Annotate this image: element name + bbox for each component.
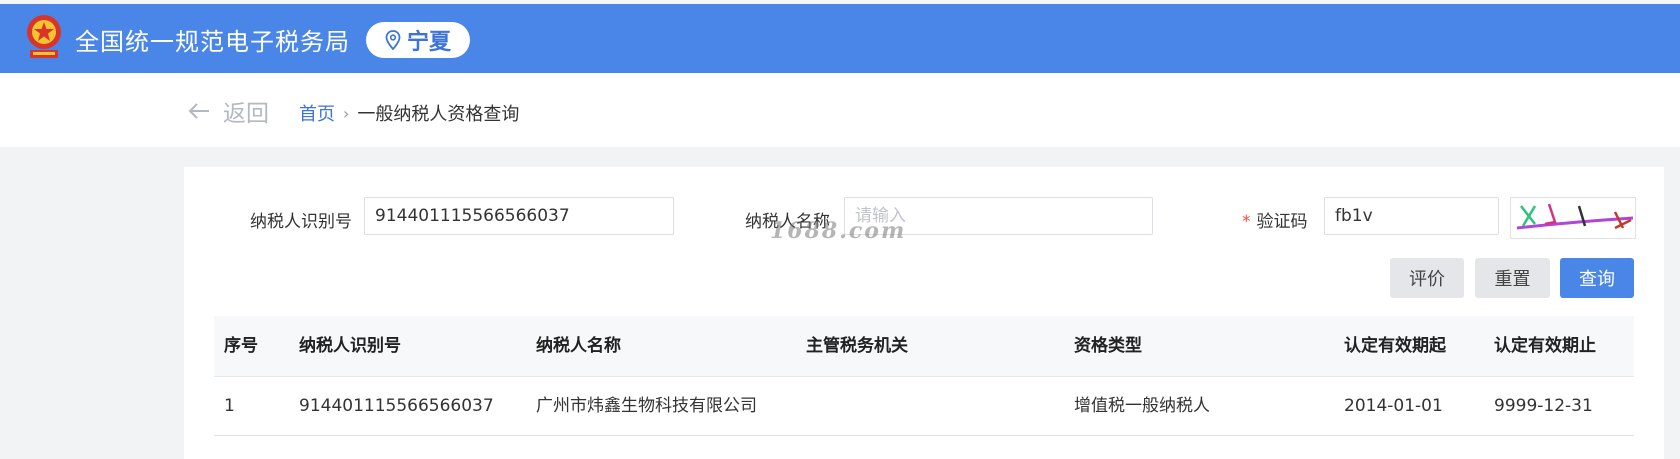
captcha-image[interactable] [1510, 197, 1636, 239]
col-header-index: 序号 [224, 336, 258, 356]
col-header-tax-authority: 主管税务机关 [806, 336, 908, 356]
watermark: 1688.com [770, 218, 907, 244]
region-selector[interactable]: 宁夏 [366, 22, 470, 58]
col-header-valid-to: 认定有效期止 [1494, 336, 1596, 356]
captcha-label: 验证码 [1256, 212, 1308, 232]
location-pin-icon [385, 30, 401, 50]
taxpayer-id-label: 纳税人识别号 [250, 212, 352, 232]
col-header-valid-from: 认定有效期起 [1344, 336, 1446, 356]
evaluate-button[interactable]: 评价 [1390, 258, 1464, 298]
cell-index: 1 [224, 396, 235, 416]
breadcrumb-home-link[interactable]: 首页 [299, 100, 335, 126]
captcha-label-wrap: * 验证码 [1242, 207, 1308, 232]
col-header-taxpayer-name: 纳税人名称 [536, 336, 621, 356]
required-mark: * [1242, 212, 1251, 232]
top-header: 全国统一规范电子税务局 宁夏 [0, 0, 1680, 73]
cell-taxpayer-name: 广州市炜鑫生物科技有限公司 [536, 396, 757, 416]
breadcrumb-current: 一般纳税人资格查询 [357, 104, 520, 125]
cell-taxpayer-id: 914401115566566037 [299, 396, 494, 416]
cell-qualification-type: 增值税一般纳税人 [1074, 396, 1210, 416]
back-label: 返回 [223, 101, 269, 127]
breadcrumb: 首页 › 一般纳税人资格查询 [299, 100, 519, 126]
table-row[interactable]: 1 914401115566566037 广州市炜鑫生物科技有限公司 增值税一般… [214, 377, 1634, 436]
results-table: 序号 纳税人识别号 纳税人名称 主管税务机关 资格类型 认定有效期起 认定有效期… [214, 316, 1634, 436]
taxpayer-id-input[interactable] [364, 197, 674, 235]
reset-button[interactable]: 重置 [1475, 258, 1550, 298]
col-header-qualification-type: 资格类型 [1074, 336, 1142, 356]
captcha-input[interactable] [1324, 197, 1499, 235]
region-label: 宁夏 [406, 30, 451, 55]
search-button[interactable]: 查询 [1560, 258, 1634, 298]
tax-emblem-icon [27, 15, 61, 58]
breadcrumb-separator-icon: › [343, 103, 350, 123]
cell-valid-from: 2014-01-01 [1344, 396, 1443, 416]
top-stripe [0, 0, 1680, 4]
col-header-taxpayer-id: 纳税人识别号 [299, 336, 401, 356]
back-button[interactable]: 返回 [187, 97, 269, 127]
cell-valid-to: 9999-12-31 [1494, 396, 1593, 416]
table-header: 序号 纳税人识别号 纳税人名称 主管税务机关 资格类型 认定有效期起 认定有效期… [214, 316, 1634, 377]
arrow-left-icon [188, 103, 209, 119]
site-title: 全国统一规范电子税务局 [75, 28, 350, 56]
